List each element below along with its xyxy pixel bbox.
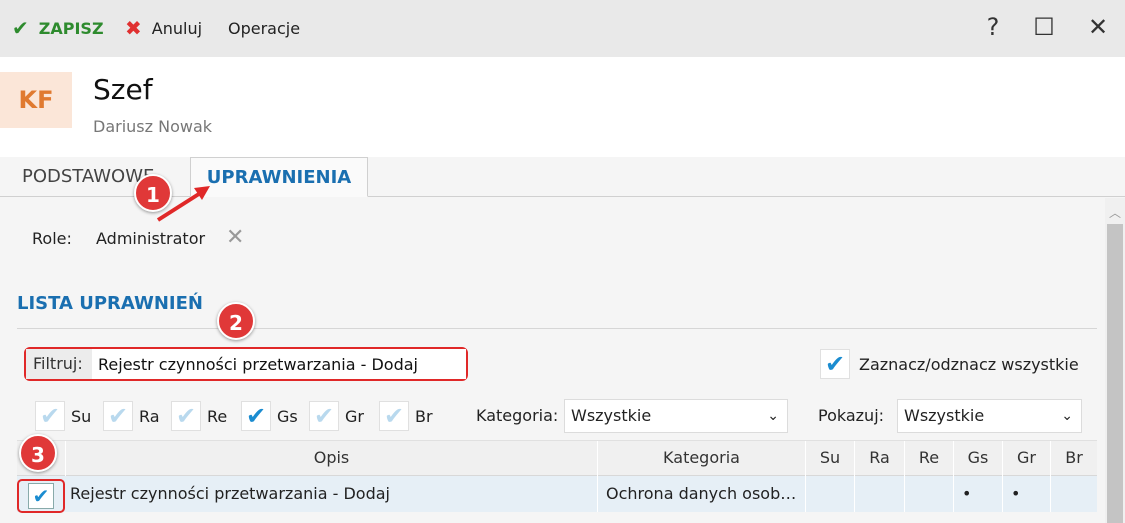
chevron-down-icon: ⌄ xyxy=(767,408,779,424)
cell-opis: Rejestr czynności przetwarzania - Dodaj xyxy=(70,484,390,503)
checkbox-unchecked-icon: ✔ xyxy=(379,401,409,431)
level-br-checkbox[interactable]: ✔ Br xyxy=(379,401,433,431)
cancel-button-label: Anuluj xyxy=(151,18,203,38)
level-label: Gr xyxy=(345,406,364,426)
select-all-label: Zaznacz/odznacz wszystkie xyxy=(859,354,1079,374)
category-select-value: Wszystkie xyxy=(571,406,652,425)
column-header-kategoria[interactable]: Kategoria xyxy=(597,441,805,477)
level-gs-checkbox[interactable]: ✔ Gs xyxy=(241,401,298,431)
save-button[interactable]: ✔ ZAPISZ xyxy=(12,16,104,40)
row-checkbox[interactable]: ✔ xyxy=(17,479,65,513)
checkbox-checked-icon: ✔ xyxy=(241,401,271,431)
role-label: Role: xyxy=(32,229,72,248)
checkbox-unchecked-icon: ✔ xyxy=(171,401,201,431)
save-button-label: ZAPISZ xyxy=(38,18,104,38)
cancel-button[interactable]: ✖ Anuluj xyxy=(125,16,202,40)
cell-re xyxy=(904,476,953,512)
level-label: Ra xyxy=(139,406,160,426)
level-label: Su xyxy=(71,406,92,426)
category-select[interactable]: Wszystkie ⌄ xyxy=(564,399,788,433)
cell-br xyxy=(1050,476,1097,512)
checkbox-unchecked-icon: ✔ xyxy=(35,401,65,431)
maximize-button[interactable]: ☐ xyxy=(1029,12,1059,42)
level-label: Re xyxy=(207,406,228,426)
role-value: Administrator xyxy=(96,229,206,248)
level-gr-checkbox[interactable]: ✔ Gr xyxy=(309,401,364,431)
close-icon: ✖ xyxy=(125,16,142,40)
cell-su xyxy=(805,476,854,512)
cell-ra xyxy=(854,476,904,512)
help-icon: ? xyxy=(986,13,1000,41)
show-select[interactable]: Wszystkie ⌄ xyxy=(897,399,1082,433)
table-row[interactable]: ✔ Rejestr czynności przetwarzania - Doda… xyxy=(17,476,1097,513)
checkbox-checked-icon: ✔ xyxy=(820,349,850,379)
cell-kategoria: Ochrona danych osob… xyxy=(597,476,805,512)
chevron-up-icon[interactable]: ︿ xyxy=(1109,204,1121,221)
annotation-badge-2: 2 xyxy=(217,302,255,340)
column-header-gs[interactable]: Gs xyxy=(953,441,1002,477)
checkbox-checked-icon: ✔ xyxy=(28,483,54,509)
select-all-checkbox[interactable]: ✔ Zaznacz/odznacz wszystkie xyxy=(820,349,1079,379)
filter-input[interactable] xyxy=(92,349,466,379)
table-header: Opis Kategoria Su Ra Re Gs Gr Br xyxy=(17,440,1097,477)
close-window-button[interactable]: ✕ xyxy=(1083,12,1113,42)
column-header-re[interactable]: Re xyxy=(904,441,953,477)
operations-label: Operacje xyxy=(228,18,301,38)
permissions-panel: Role: Administrator ✕ LISTA UPRAWNIEŃ Fi… xyxy=(0,198,1105,523)
user-header: KF Szef Dariusz Nowak xyxy=(0,57,1125,157)
column-header-br[interactable]: Br xyxy=(1050,441,1097,477)
show-select-value: Wszystkie xyxy=(904,406,985,425)
filter-label: Filtruj: xyxy=(26,349,92,379)
page-title: Szef xyxy=(93,73,153,106)
level-label: Gs xyxy=(277,406,298,426)
chevron-down-icon: ⌄ xyxy=(1061,408,1073,424)
cell-gr: • xyxy=(1002,476,1050,512)
checkbox-unchecked-icon: ✔ xyxy=(309,401,339,431)
maximize-icon: ☐ xyxy=(1033,13,1055,41)
avatar: KF xyxy=(0,72,72,128)
level-re-checkbox[interactable]: ✔ Re xyxy=(171,401,227,431)
column-header-ra[interactable]: Ra xyxy=(854,441,904,477)
scrollbar-thumb[interactable] xyxy=(1107,224,1123,523)
remove-role-icon[interactable]: ✕ xyxy=(226,225,244,250)
level-su-checkbox[interactable]: ✔ Su xyxy=(35,401,91,431)
filter-field: Filtruj: xyxy=(24,347,468,381)
checkbox-unchecked-icon: ✔ xyxy=(103,401,133,431)
level-label: Br xyxy=(415,406,433,426)
column-header-gr[interactable]: Gr xyxy=(1002,441,1050,477)
category-label: Kategoria: xyxy=(476,406,559,425)
annotation-badge-3: 3 xyxy=(19,434,57,472)
column-header-opis[interactable]: Opis xyxy=(65,441,597,477)
toolbar: ✔ ZAPISZ ✖ Anuluj Operacje ? ☐ ✕ xyxy=(0,0,1125,57)
column-header-su[interactable]: Su xyxy=(805,441,854,477)
cell-gs: • xyxy=(953,476,1002,512)
close-icon: ✕ xyxy=(1087,13,1109,41)
section-title: LISTA UPRAWNIEŃ xyxy=(17,293,203,314)
vertical-scrollbar[interactable]: ︿ xyxy=(1105,198,1125,523)
show-label: Pokazuj: xyxy=(818,406,885,425)
section-divider xyxy=(17,328,1097,329)
operations-menu-button[interactable]: Operacje xyxy=(228,16,300,40)
checkmark-icon: ✔ xyxy=(12,16,29,40)
level-ra-checkbox[interactable]: ✔ Ra xyxy=(103,401,160,431)
help-button[interactable]: ? xyxy=(978,12,1008,42)
annotation-badge-1: 1 xyxy=(134,174,172,212)
page-subtitle: Dariusz Nowak xyxy=(93,117,213,136)
